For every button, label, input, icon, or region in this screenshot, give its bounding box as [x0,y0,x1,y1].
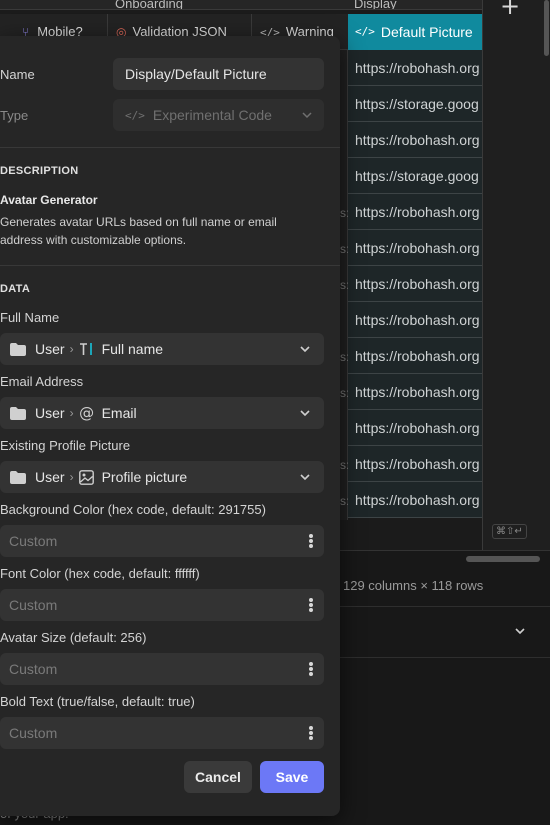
display-column-header[interactable]: </> Default Picture [348,14,482,50]
code-brackets-icon: </> [125,108,145,122]
bold-text-input[interactable]: Custom [0,717,324,749]
name-label: Name [0,67,35,82]
table-cell[interactable]: https://robohash.org [348,446,482,482]
full-name-source-select[interactable]: User › Full name [0,333,324,365]
chevron-down-icon [302,112,312,119]
table-cell[interactable]: https://robohash.org [348,194,482,230]
display-column: </> Default Picture https://robohash.org… [348,14,482,518]
plus-icon[interactable]: + [500,0,520,20]
type-select[interactable]: </> Experimental Code [113,99,324,131]
at-sign-icon: @ [79,404,95,422]
full-name-label: Full Name [0,310,60,325]
cancel-button[interactable]: Cancel [184,761,252,793]
component-title: Avatar Generator [0,193,98,207]
more-options-icon[interactable] [306,597,316,613]
background-color-input[interactable]: Custom [0,525,324,557]
group-header-display: Display [354,0,397,10]
table-cell[interactable]: https://robohash.org [348,410,482,446]
table-cell[interactable]: https://robohash.org [348,122,482,158]
table-cell[interactable]: https://robohash.org [348,374,482,410]
background-color-label: Background Color (hex code, default: 291… [0,502,266,517]
column-config-panel: Name Display/Default Picture Type </> Ex… [0,36,340,816]
type-label: Type [0,108,29,123]
email-source-select[interactable]: User › @ Email [0,397,324,429]
table-cell[interactable]: https://robohash.org [348,338,482,374]
chevron-down-icon [300,474,310,481]
folder-icon [10,470,26,484]
table-cell[interactable]: https://storage.goog [348,158,482,194]
more-options-icon[interactable] [306,533,316,549]
table-cell[interactable]: https://storage.goog [348,86,482,122]
avatar-size-label: Avatar Size (default: 256) [0,630,147,645]
table-cell[interactable]: https://robohash.org [348,266,482,302]
profile-picture-source-select[interactable]: User › Profile picture [0,461,324,493]
more-options-icon[interactable] [306,725,316,741]
table-cell[interactable]: https://robohash.org [348,302,482,338]
save-button[interactable]: Save [260,761,324,793]
data-section-title: DATA [0,283,31,295]
chevron-down-icon [300,346,310,353]
divider [0,147,340,148]
text-icon [79,341,95,357]
component-description: Generates avatar URLs based on full name… [0,215,277,247]
grid-right-rail [482,0,550,550]
chevron-down-icon [300,410,310,417]
description-section-title: DESCRIPTION [0,165,79,177]
horizontal-scrollbar[interactable] [466,556,540,562]
table-cell[interactable]: https://robohash.org [348,482,482,518]
group-header-onboarding: Onboarding [115,0,183,10]
bold-text-label: Bold Text (true/false, default: true) [0,694,195,709]
name-input[interactable]: Display/Default Picture [113,58,324,90]
code-brackets-icon: </> [355,24,375,38]
chevron-right-icon: › [69,470,74,484]
chevron-right-icon: › [69,342,74,356]
font-color-label: Font Color (hex code, default: ffffff) [0,566,200,581]
font-color-input[interactable]: Custom [0,589,324,621]
existing-profile-picture-label: Existing Profile Picture [0,438,131,453]
keyboard-shortcut-hint: ⌘⇧↵ [492,524,527,539]
more-options-icon[interactable] [306,661,316,677]
vertical-scrollbar[interactable] [544,0,549,56]
chevron-down-icon[interactable] [515,626,525,636]
folder-icon [10,342,26,356]
avatar-size-input[interactable]: Custom [0,653,324,685]
table-cell[interactable]: https://robohash.org [348,230,482,266]
row-count-label: 129 columns × 118 rows [343,578,484,593]
email-address-label: Email Address [0,374,84,389]
image-icon [79,469,95,485]
chevron-right-icon: › [69,406,74,420]
divider [0,265,340,266]
folder-icon [10,406,26,420]
grid-group-header-bar: Onboarding Display [0,0,482,10]
table-cell[interactable]: https://robohash.org [348,50,482,86]
